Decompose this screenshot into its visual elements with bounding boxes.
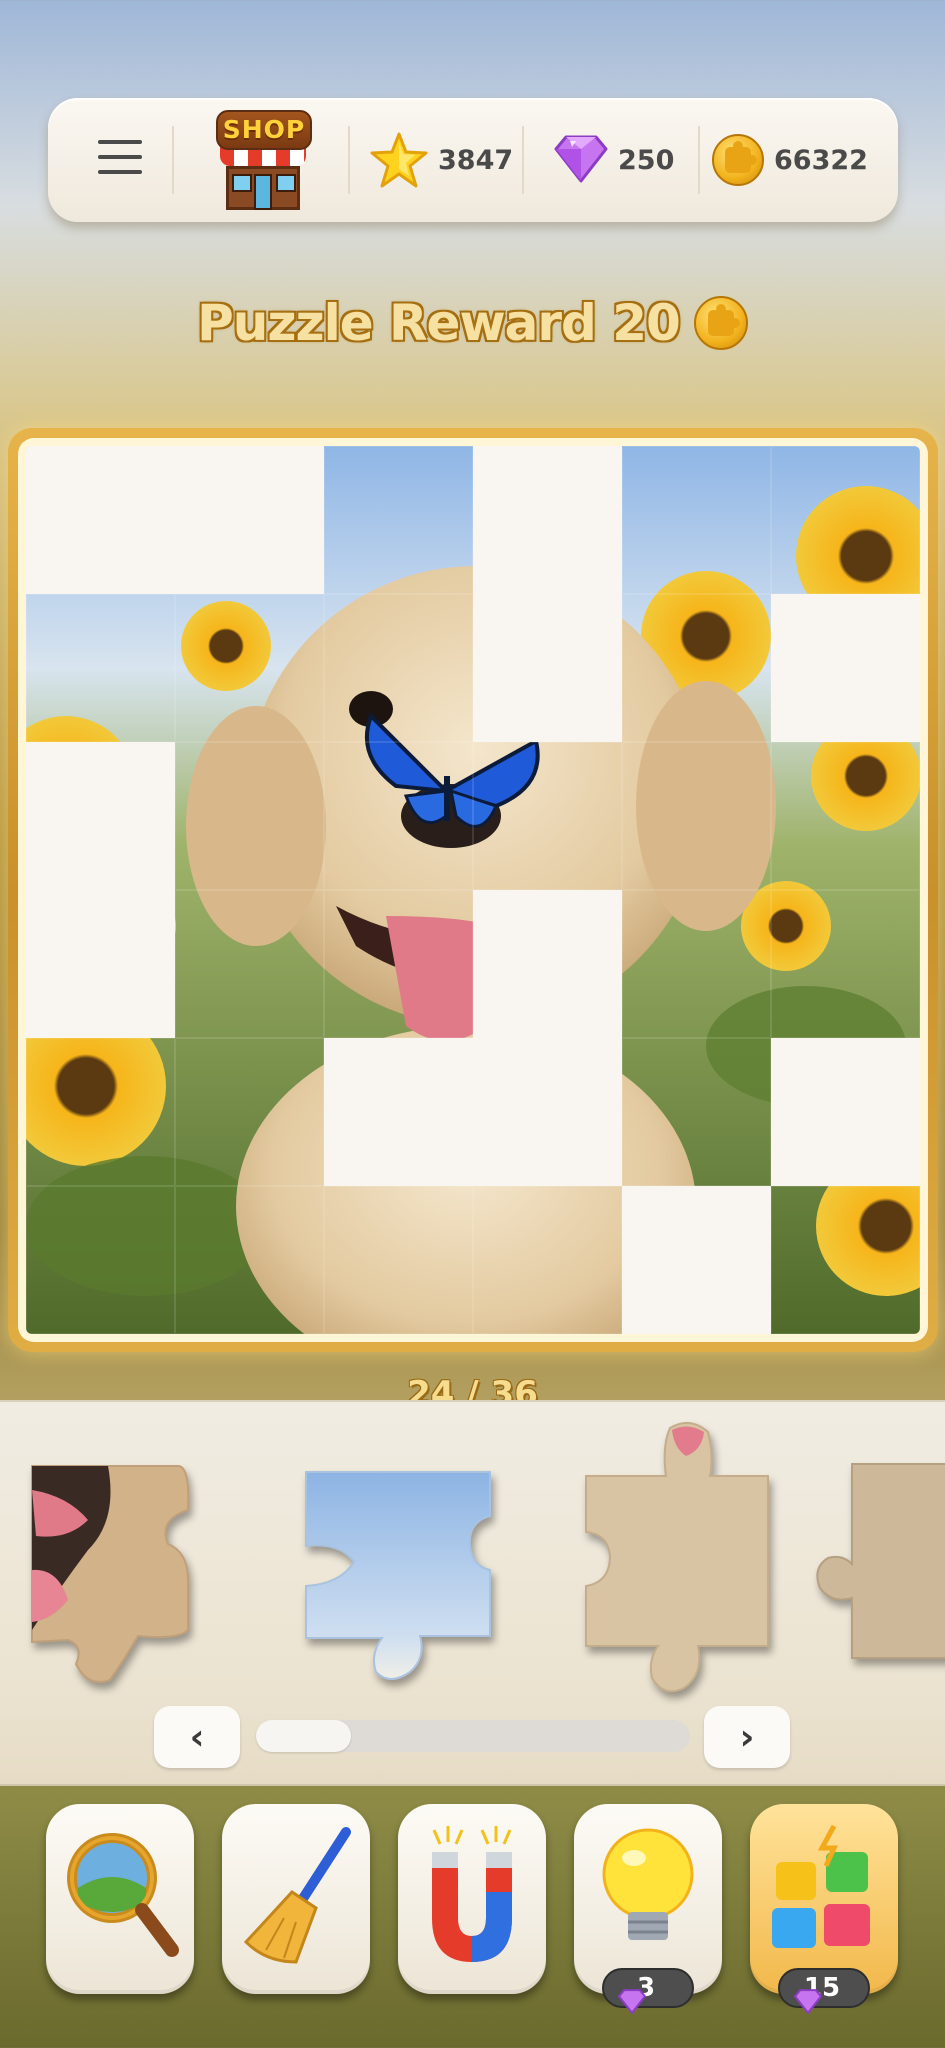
hint-cost-badge: 3	[602, 1968, 694, 2014]
gems-value: 250	[618, 144, 675, 176]
divider	[348, 126, 350, 194]
shop-window	[276, 174, 296, 192]
tray-scrollbar[interactable]	[256, 1720, 690, 1752]
stars-value: 3847	[438, 144, 514, 176]
gem-icon	[554, 133, 608, 187]
placed-piece	[622, 594, 771, 742]
empty-slot[interactable]	[771, 594, 920, 742]
coins-counter[interactable]: 66322	[712, 132, 868, 188]
puzzle-board[interactable]	[26, 446, 920, 1334]
puzzle-board-frame	[8, 428, 938, 1352]
placed-piece	[324, 446, 473, 594]
lightbulb-icon	[602, 1828, 694, 1940]
menu-icon[interactable]	[98, 140, 142, 180]
coins-value: 66322	[774, 144, 868, 176]
shop-window	[232, 174, 252, 192]
piece-sky[interactable]	[300, 1466, 500, 1706]
placed-piece	[324, 1186, 473, 1334]
placed-piece	[473, 742, 622, 890]
placed-piece	[473, 1186, 622, 1334]
broom-icon	[243, 1827, 351, 1964]
shop-door	[254, 174, 272, 210]
placed-piece	[324, 742, 473, 890]
empty-slot[interactable]	[26, 890, 175, 1038]
shop-button[interactable]: SHOP	[208, 110, 318, 214]
puzzle-coin-icon	[712, 134, 764, 186]
empty-slot[interactable]	[26, 446, 175, 594]
empty-slot[interactable]	[175, 446, 324, 594]
placed-piece	[26, 1038, 175, 1186]
puzzle-board-inner	[18, 438, 928, 1342]
piece-dog-tongue[interactable]	[28, 1460, 218, 1690]
divider	[172, 126, 174, 194]
shop-label: SHOP	[216, 110, 312, 150]
placed-piece	[622, 446, 771, 594]
stars-counter[interactable]: 3847	[370, 132, 513, 188]
empty-slot[interactable]	[473, 1038, 622, 1186]
magnet-tool[interactable]	[398, 1804, 546, 1994]
empty-slot[interactable]	[771, 1038, 920, 1186]
tray-next-button[interactable]: ›	[704, 1706, 790, 1768]
placed-piece	[175, 890, 324, 1038]
puzzle-coin-icon	[693, 296, 748, 350]
star-icon	[370, 132, 428, 188]
auto-place-tool[interactable]: 15	[750, 1804, 898, 2014]
puzzle-reward-title: Puzzle Reward 20	[0, 288, 945, 358]
placed-piece	[771, 446, 920, 594]
broom-tool[interactable]	[222, 1804, 370, 1994]
placed-piece	[324, 594, 473, 742]
currency-bar: SHOP 3847 250 66322	[48, 98, 898, 222]
placed-piece	[771, 742, 920, 890]
placed-piece	[26, 1186, 175, 1334]
gems-counter[interactable]: 250	[554, 132, 674, 188]
tray-scrollbar-thumb[interactable]	[256, 1720, 352, 1752]
reward-text: Puzzle Reward 20	[197, 294, 681, 352]
puzzle-grid	[26, 446, 920, 1334]
placed-piece	[622, 1038, 771, 1186]
placed-piece	[622, 890, 771, 1038]
empty-slot[interactable]	[473, 594, 622, 742]
empty-slot[interactable]	[622, 1186, 771, 1334]
piece-dog-fur-partial[interactable]	[812, 1458, 945, 1678]
placed-piece	[175, 1038, 324, 1186]
placed-piece	[26, 594, 175, 742]
magnet-icon	[432, 1826, 512, 1962]
empty-slot[interactable]	[26, 742, 175, 890]
placed-piece	[771, 890, 920, 1038]
divider	[698, 126, 700, 194]
empty-slot[interactable]	[324, 1038, 473, 1186]
placed-piece	[771, 1186, 920, 1334]
chevron-left-icon: ‹	[189, 1716, 205, 1758]
placed-piece	[622, 742, 771, 890]
auto-place-cost-badge: 15	[778, 1968, 870, 2014]
divider	[522, 126, 524, 194]
magnifier-tool[interactable]	[46, 1804, 194, 1994]
chevron-right-icon: ›	[739, 1716, 755, 1758]
placed-piece	[324, 890, 473, 1038]
empty-slot[interactable]	[473, 890, 622, 1038]
magnifier-icon	[67, 1833, 179, 1957]
tray-prev-button[interactable]: ‹	[154, 1706, 240, 1768]
puzzle-pieces-icon	[772, 1824, 870, 1948]
placed-piece	[175, 594, 324, 742]
placed-piece	[175, 742, 324, 890]
placed-piece	[175, 1186, 324, 1334]
empty-slot[interactable]	[473, 446, 622, 594]
piece-dog-fur[interactable]	[578, 1416, 778, 1706]
hint-bulb-tool[interactable]: 3	[574, 1804, 722, 2014]
